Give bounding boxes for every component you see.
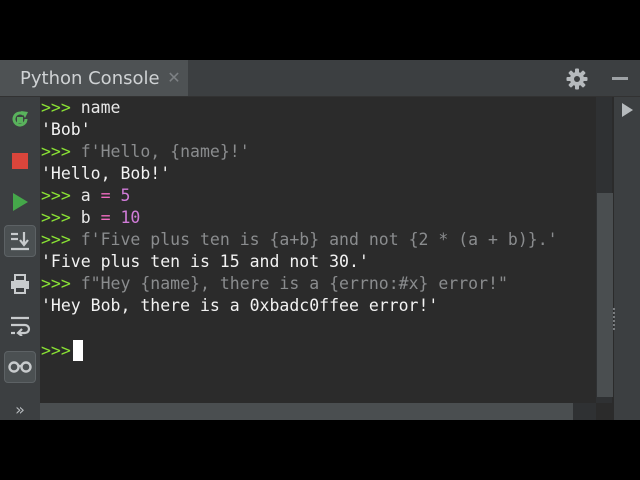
console-line: 'Five plus ten is 15 and not 30.' [41, 251, 369, 273]
stop-icon[interactable] [4, 145, 36, 177]
prompt: >>> [41, 142, 71, 161]
tool-window-header: Python Console ✕ [0, 60, 640, 97]
console-toolbar: » [0, 97, 40, 420]
close-tab-icon[interactable]: ✕ [164, 68, 184, 88]
run-icon[interactable] [4, 186, 36, 218]
output-text: 'Hello, Bob!' [41, 164, 171, 183]
tab-title: Python Console [20, 67, 160, 89]
console-line: >>> f'Five plus ten is {a+b} and not {2 … [41, 229, 558, 251]
prompt: >>> [41, 230, 71, 249]
input-text: name [70, 98, 121, 117]
prompt: >>> [41, 274, 71, 293]
assign-operator: = [100, 208, 111, 227]
gear-icon[interactable] [565, 67, 589, 91]
output-text: 'Hey Bob, there is a 0xbadc0ffee error!' [41, 296, 439, 315]
prompt: >>> [41, 341, 71, 360]
variables-icon[interactable] [4, 351, 36, 383]
console-line: 'Bob' [41, 119, 91, 141]
tab-python-console[interactable]: Python Console [0, 60, 188, 96]
console-line: >>> f'Hello, {name}!' [41, 141, 250, 163]
prompt: >>> [41, 208, 71, 227]
console-line: >>> a = 5 [41, 185, 130, 207]
active-input-line[interactable]: >>> [41, 340, 83, 362]
prompt: >>> [41, 186, 71, 205]
console-output[interactable]: >>> name 'Bob' >>> f'Hello, {name}!' 'He… [40, 97, 614, 403]
console-line: 'Hello, Bob!' [41, 163, 170, 185]
assign-operator: = [100, 186, 111, 205]
number-literal: 5 [110, 186, 131, 205]
prompt: >>> [41, 98, 71, 117]
variable-name: a [70, 186, 101, 205]
rerun-icon[interactable] [4, 103, 36, 135]
horizontal-scrollbar-thumb[interactable] [40, 403, 573, 420]
python-console-window: Python Console ✕ » >>> name 'Bob' >>> f'… [0, 60, 640, 420]
variable-name: b [70, 208, 101, 227]
side-panel-strip [614, 97, 640, 420]
expand-panel-icon[interactable] [620, 102, 634, 122]
input-text: f"Hey {name}, there is a {errno:#x} erro… [70, 274, 508, 293]
input-text: f'Hello, {name}!' [70, 142, 250, 161]
resize-handle[interactable] [613, 308, 615, 330]
more-icon[interactable]: » [4, 393, 36, 420]
console-line: >>> f"Hey {name}, there is a {errno:#x} … [41, 273, 508, 295]
soft-wrap-icon[interactable] [4, 309, 36, 341]
print-icon[interactable] [4, 268, 36, 300]
vertical-scrollbar-thumb[interactable] [597, 193, 613, 397]
input-text: f'Five plus ten is {a+b} and not {2 * (a… [70, 230, 558, 249]
console-line: 'Hey Bob, there is a 0xbadc0ffee error!' [41, 295, 438, 317]
text-cursor [72, 340, 83, 361]
number-literal: 10 [110, 208, 141, 227]
scroll-to-end-icon[interactable] [4, 225, 36, 257]
output-text: 'Bob' [41, 120, 91, 139]
console-line: >>> name [41, 97, 120, 119]
minimize-icon[interactable] [612, 77, 628, 80]
output-text: 'Five plus ten is 15 and not 30.' [41, 252, 369, 271]
console-line: >>> b = 10 [41, 207, 140, 229]
